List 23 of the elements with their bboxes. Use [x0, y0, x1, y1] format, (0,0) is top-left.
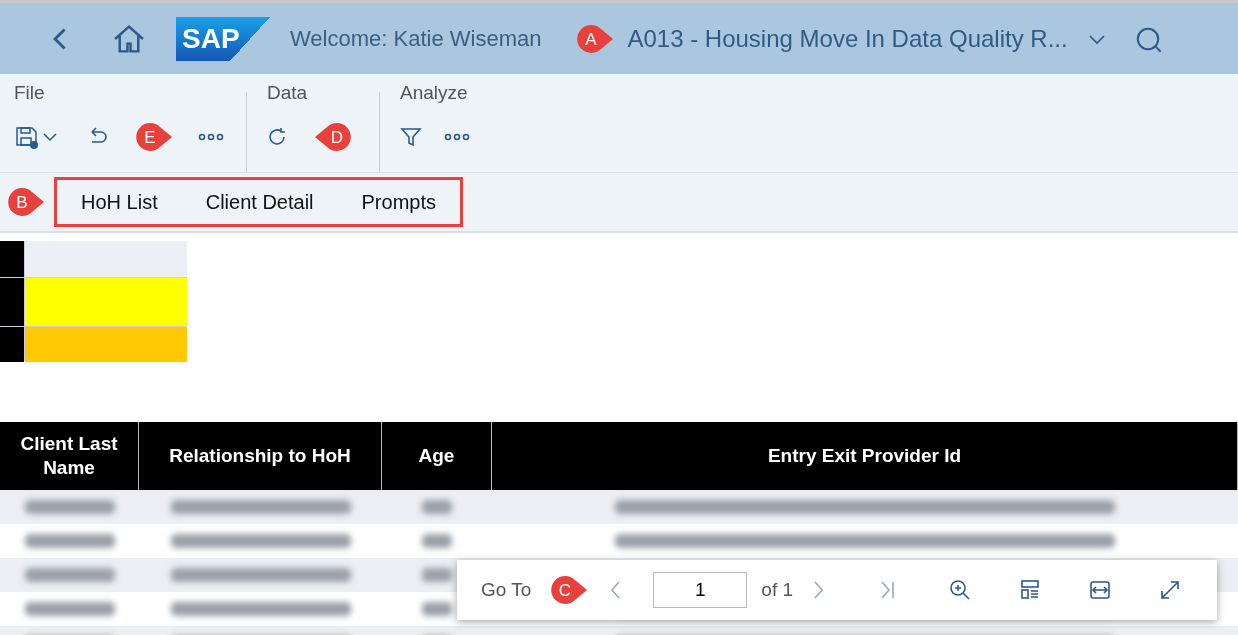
- blurred-text: [422, 568, 452, 582]
- more-icon[interactable]: [444, 133, 470, 141]
- more-icon[interactable]: [198, 133, 224, 141]
- fullscreen-icon[interactable]: [1159, 579, 1182, 601]
- page-field[interactable]: 1: [653, 572, 748, 608]
- blurred-text: [422, 534, 452, 548]
- report-title: A013 - Housing Move In Data Quality R...: [627, 24, 1068, 53]
- welcome-text: Welcome: Katie Wiseman: [290, 25, 542, 52]
- tab[interactable]: Client Detail: [181, 180, 338, 224]
- fit-width-icon[interactable]: [1089, 579, 1112, 601]
- zoom-in-icon[interactable]: [949, 579, 972, 601]
- logo: SAP: [176, 16, 270, 61]
- filter-icon[interactable]: [400, 126, 422, 148]
- tab[interactable]: Prompts: [337, 180, 460, 224]
- blurred-text: [422, 602, 452, 616]
- toolbar-group-label: File: [14, 82, 46, 105]
- go-to-label: Go To: [481, 579, 532, 601]
- toolbar-group-label: Analyze: [400, 82, 469, 105]
- page-count: of 1: [761, 579, 794, 601]
- blurred-text: [422, 500, 452, 514]
- toolbar-group-label: Data: [267, 82, 309, 105]
- layout-icon[interactable]: [1019, 579, 1042, 601]
- tab[interactable]: HoH List: [57, 180, 182, 224]
